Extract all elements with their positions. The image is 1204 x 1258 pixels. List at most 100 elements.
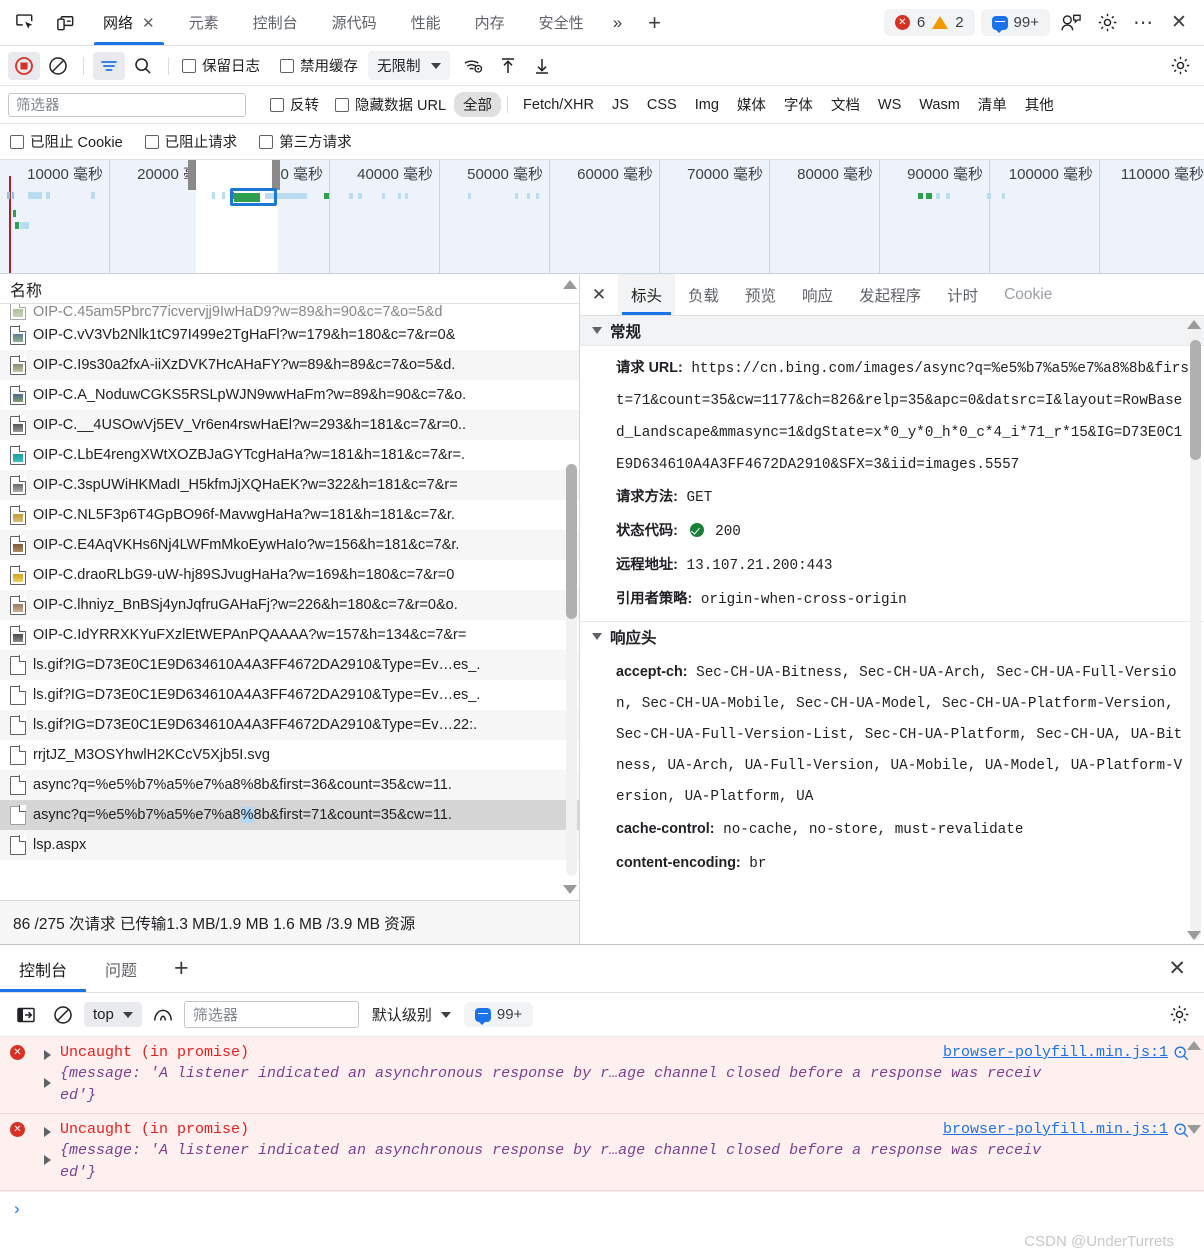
console-message-badge[interactable]: 99+: [463, 1002, 534, 1027]
scroll-up-arrow[interactable]: [563, 280, 577, 289]
drawer-tab-issues[interactable]: 问题: [86, 945, 156, 992]
clear-button[interactable]: [42, 52, 74, 80]
table-row[interactable]: OIP-C.IdYRRXKYuFXzlEtWEPAnPQAAAA?w=157&h…: [0, 620, 579, 650]
network-settings-gear-icon[interactable]: [1164, 52, 1196, 80]
network-conditions-icon[interactable]: [458, 52, 490, 80]
messages-badge[interactable]: 99+: [980, 9, 1050, 36]
console-level-dropdown[interactable]: 默认级别: [364, 1004, 459, 1025]
console-live-expression-icon[interactable]: [147, 1001, 179, 1029]
settings-gear-icon[interactable]: [1092, 8, 1122, 38]
table-row[interactable]: OIP-C.draoRLbG9-uW-hj89SJvugHaHa?w=169&h…: [0, 560, 579, 590]
drawer-add-tab-button[interactable]: +: [156, 945, 207, 992]
request-list-scrollbar-thumb[interactable]: [566, 464, 577, 619]
table-row[interactable]: OIP-C.NL5F3p6T4GpBO96f-MavwgHaHa?w=181&h…: [0, 500, 579, 530]
console-error-entry[interactable]: ✕ Uncaught (in promise) {message: 'A lis…: [0, 1114, 1204, 1191]
expand-arrow-icon[interactable]: [44, 1050, 51, 1060]
request-list[interactable]: OIP-C.45am5Pbrc77icvervjj9IwHaD9?w=89&h=…: [0, 304, 579, 900]
search-button[interactable]: [127, 52, 159, 80]
expand-arrow-icon[interactable]: [44, 1127, 51, 1137]
network-filter-input[interactable]: 筛选器: [8, 92, 246, 117]
console-context-dropdown[interactable]: top: [84, 1002, 142, 1027]
more-options-icon[interactable]: ⋯: [1128, 8, 1158, 38]
table-row[interactable]: OIP-C.45am5Pbrc77icvervjj9IwHaD9?w=89&h=…: [0, 304, 579, 320]
device-toolbar-icon[interactable]: [50, 8, 80, 38]
table-row[interactable]: OIP-C.__4USOwVj5EV_Vr6en4rswHaEl?w=293&h…: [0, 410, 579, 440]
table-row-selected[interactable]: async?q=%e5%b7%a5%e7%a8%8b&first=71&coun…: [0, 800, 579, 830]
console-error-entry[interactable]: ✕ Uncaught (in promise) {message: 'A lis…: [0, 1037, 1204, 1114]
console-settings-gear-icon[interactable]: [1164, 1000, 1194, 1030]
invert-checkbox[interactable]: 反转: [270, 94, 319, 115]
third-party-checkbox[interactable]: 第三方请求: [259, 131, 352, 152]
close-devtools-icon[interactable]: ✕: [1164, 8, 1194, 38]
filter-type-manifest[interactable]: 清单: [969, 92, 1016, 117]
network-overview-timeline[interactable]: 10000 毫秒 20000 毫秒 30000 毫秒 40000 毫秒 5000…: [0, 160, 1204, 274]
timeline-selection-window[interactable]: [196, 160, 278, 273]
tab-sources[interactable]: 源代码: [315, 0, 394, 45]
filter-button[interactable]: [93, 51, 125, 80]
tab-console[interactable]: 控制台: [236, 0, 315, 45]
table-row[interactable]: OIP-C.A_NoduwCGKS5RSLpWJN9wwHaFm?w=89&h=…: [0, 380, 579, 410]
export-har-icon[interactable]: [526, 52, 558, 80]
blocked-cookies-checkbox[interactable]: 已阻止 Cookie: [10, 131, 123, 152]
tab-network-close-icon[interactable]: ✕: [142, 14, 155, 32]
detail-scroll-down-arrow[interactable]: [1187, 931, 1201, 940]
filter-type-ws[interactable]: WS: [869, 95, 910, 115]
tab-cookies[interactable]: Cookie: [991, 274, 1065, 315]
table-row[interactable]: lsp.aspx: [0, 830, 579, 860]
user-feedback-icon[interactable]: [1056, 8, 1086, 38]
filter-type-doc[interactable]: 文档: [822, 92, 869, 117]
scroll-down-arrow[interactable]: [563, 885, 577, 894]
filter-type-img[interactable]: Img: [686, 95, 728, 115]
blocked-requests-checkbox[interactable]: 已阻止请求: [144, 131, 237, 152]
response-headers-section-header[interactable]: 响应头: [580, 621, 1204, 651]
issues-badge[interactable]: ✕ 6 2: [883, 9, 975, 36]
table-row[interactable]: ls.gif?IG=D73E0C1E9D634610A4A3FF4672DA29…: [0, 650, 579, 680]
console-source-link[interactable]: browser-polyfill.min.js:1: [943, 1121, 1168, 1138]
add-panel-button[interactable]: +: [634, 0, 675, 45]
throttle-dropdown[interactable]: 无限制: [368, 51, 450, 80]
console-clear-icon[interactable]: [47, 1001, 79, 1029]
tab-preview[interactable]: 预览: [732, 274, 789, 315]
tab-timing[interactable]: 计时: [934, 274, 991, 315]
more-tabs-icon[interactable]: »: [601, 0, 634, 45]
drawer-close-icon[interactable]: ✕: [1150, 945, 1204, 992]
detail-scroll-up-arrow[interactable]: [1187, 320, 1201, 329]
expand-object-arrow-icon[interactable]: [44, 1078, 51, 1088]
console-log[interactable]: ✕ Uncaught (in promise) {message: 'A lis…: [0, 1037, 1204, 1258]
tab-elements[interactable]: 元素: [172, 0, 236, 45]
record-button[interactable]: [8, 51, 40, 80]
console-prompt[interactable]: ›: [0, 1191, 1204, 1225]
disable-cache-checkbox[interactable]: 禁用缓存: [280, 55, 358, 76]
console-source-link[interactable]: browser-polyfill.min.js:1: [943, 1044, 1168, 1061]
filter-type-fetch-xhr[interactable]: Fetch/XHR: [514, 95, 603, 115]
filter-type-wasm[interactable]: Wasm: [910, 95, 969, 115]
filter-type-js[interactable]: JS: [603, 95, 638, 115]
filter-type-media[interactable]: 媒体: [728, 92, 775, 117]
drawer-tab-console[interactable]: 控制台: [0, 945, 87, 992]
table-row[interactable]: ls.gif?IG=D73E0C1E9D634610A4A3FF4672DA29…: [0, 710, 579, 740]
import-har-icon[interactable]: [492, 52, 524, 80]
tab-payload[interactable]: 负载: [675, 274, 732, 315]
table-row[interactable]: OIP-C.E4AqVKHs6Nj4LWFmMkoEywHaIo?w=156&h…: [0, 530, 579, 560]
table-row[interactable]: ls.gif?IG=D73E0C1E9D634610A4A3FF4672DA29…: [0, 680, 579, 710]
table-row[interactable]: OIP-C.vV3Vb2Nlk1tC97I499e2TgHaFl?w=179&h…: [0, 320, 579, 350]
tab-performance[interactable]: 性能: [394, 0, 458, 45]
tab-headers[interactable]: 标头: [618, 274, 676, 315]
general-section-header[interactable]: 常规: [580, 316, 1204, 346]
tab-security[interactable]: 安全性: [522, 0, 601, 45]
table-row[interactable]: async?q=%e5%b7%a5%e7%a8%8b&first=36&coun…: [0, 770, 579, 800]
table-row[interactable]: OIP-C.3spUWiHKMadI_H5kfmJjXQHaEK?w=322&h…: [0, 470, 579, 500]
detail-body[interactable]: 常规 请求 URL: https://cn.bing.com/images/as…: [580, 316, 1204, 944]
filter-type-other[interactable]: 其他: [1016, 92, 1063, 117]
console-sidebar-icon[interactable]: [10, 1001, 42, 1029]
inspect-element-icon[interactable]: [10, 8, 40, 38]
table-row[interactable]: OIP-C.LbE4rengXWtXOZBJaGYTcgHaHa?w=181&h…: [0, 440, 579, 470]
tab-response[interactable]: 响应: [789, 274, 846, 315]
timeline-handle-right[interactable]: [272, 160, 280, 190]
tab-memory[interactable]: 内存: [458, 0, 522, 45]
table-row[interactable]: rrjtJZ_M3OSYhwlH2KCcV5Xjb5I.svg: [0, 740, 579, 770]
console-scroll-down-arrow[interactable]: [1187, 1125, 1201, 1134]
table-row[interactable]: OIP-C.lhniyz_BnBSj4ynJqfruGAHaFj?w=226&h…: [0, 590, 579, 620]
table-row[interactable]: OIP-C.I9s30a2fxA-iiXzDVK7HcAHaFY?w=89&h=…: [0, 350, 579, 380]
detail-scrollbar-thumb[interactable]: [1190, 340, 1201, 460]
